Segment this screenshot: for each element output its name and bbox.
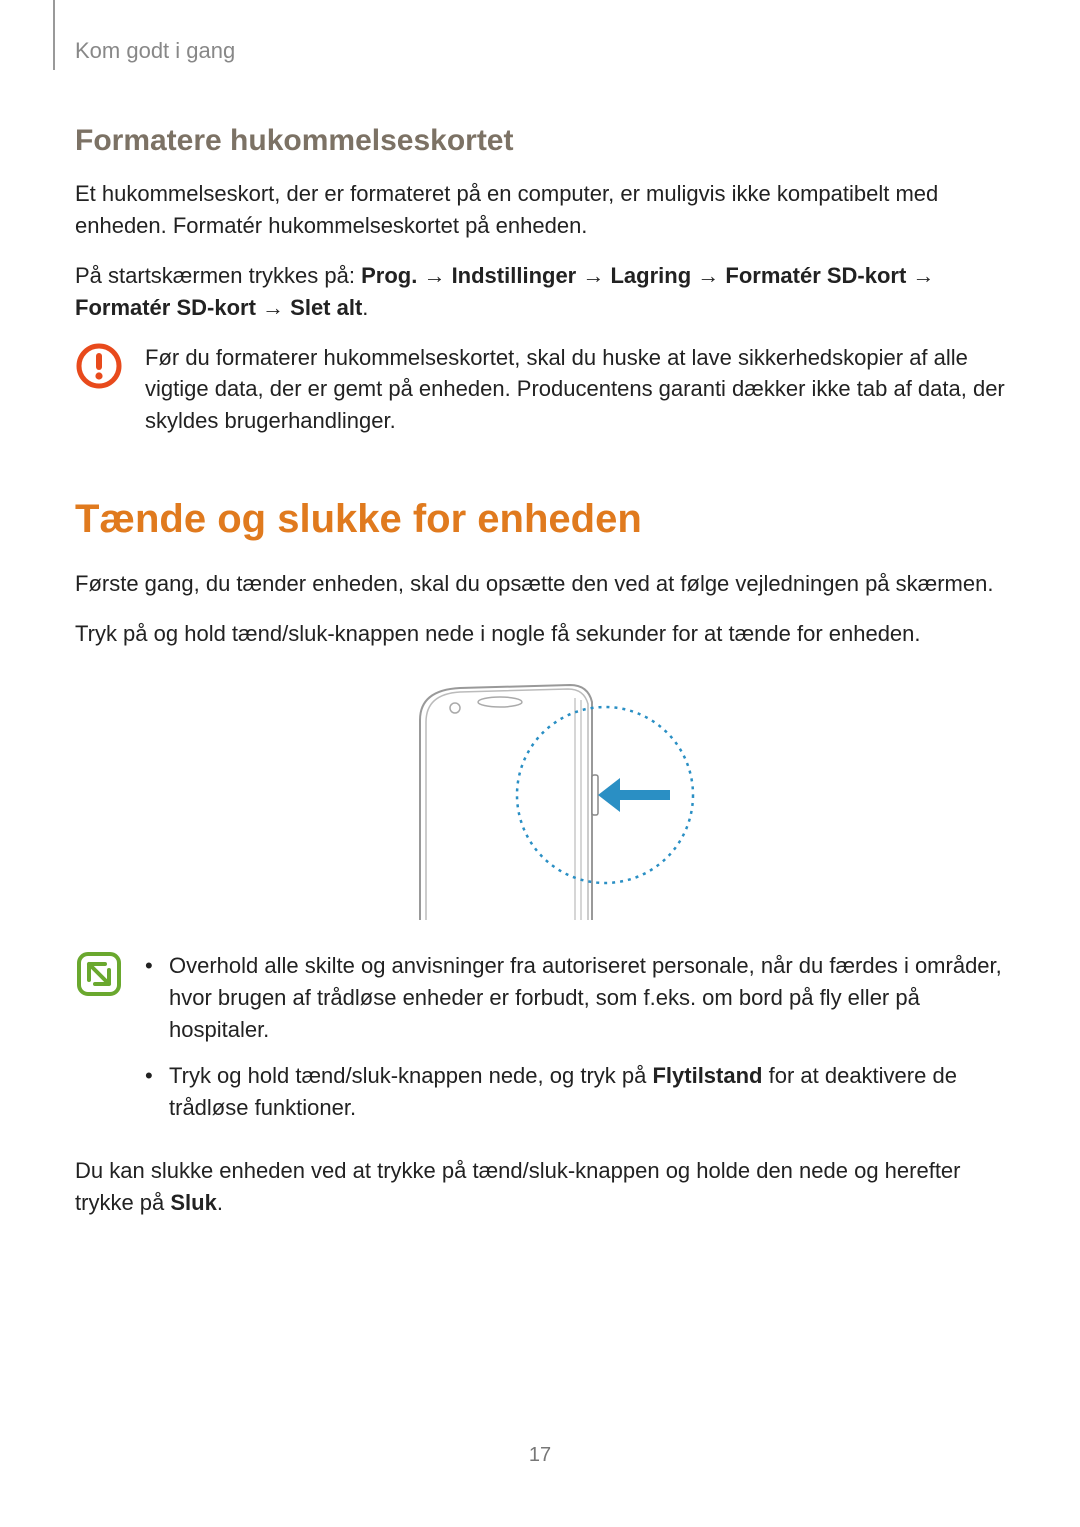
caution-callout: Før du formaterer hukommelseskortet, ska… [75,342,1005,438]
caution-icon [75,342,123,390]
note-callout: Overhold alle skilte og anvisninger fra … [75,950,1005,1137]
page-vertical-rule [53,0,55,70]
text: Tryk og hold tænd/sluk-knappen nede, og … [169,1063,652,1088]
arrow: → [906,263,934,288]
note-icon [75,950,123,998]
note-bullet-1: Overhold alle skilte og anvisninger fra … [145,950,1005,1046]
breadcrumb: Kom godt i gang [75,38,1005,64]
menu-path-settings: Indstillinger [452,263,577,288]
arrow: → [417,263,451,288]
text: . [217,1190,223,1215]
menu-path-format-sd: Formatér SD-kort [725,263,906,288]
caution-text: Før du formaterer hukommelseskortet, ska… [145,342,1005,438]
menu-path-format-sd-2: Formatér SD-kort [75,295,256,320]
section-heading-format: Formatere hukommelseskortet [75,124,1005,158]
page-number: 17 [0,1444,1080,1467]
text: . [362,295,368,320]
power-paragraph-3: Du kan slukke enheden ved at trykke på t… [75,1155,1005,1219]
arrow: → [256,295,290,320]
power-off-label: Sluk [170,1190,216,1215]
section-heading-power: Tænde og slukke for enheden [75,497,1005,542]
airplane-mode-label: Flytilstand [652,1063,762,1088]
page-content: Kom godt i gang Formatere hukommelseskor… [0,0,1080,1219]
note-bullet-list: Overhold alle skilte og anvisninger fra … [145,950,1005,1137]
menu-path-prog: Prog. [361,263,417,288]
arrow: → [691,263,725,288]
menu-path-delete-all: Slet alt [290,295,362,320]
power-paragraph-2: Tryk på og hold tænd/sluk-knappen nede i… [75,618,1005,650]
menu-path-storage: Lagring [610,263,691,288]
text: På startskærmen trykkes på: [75,263,361,288]
power-paragraph-1: Første gang, du tænder enheden, skal du … [75,568,1005,600]
format-paragraph-2: På startskærmen trykkes på: Prog. → Inds… [75,260,1005,324]
format-paragraph-1: Et hukommelseskort, der er formateret på… [75,178,1005,242]
arrow: → [576,263,610,288]
power-button-illustration [75,680,1005,920]
note-bullet-2: Tryk og hold tænd/sluk-knappen nede, og … [145,1060,1005,1124]
